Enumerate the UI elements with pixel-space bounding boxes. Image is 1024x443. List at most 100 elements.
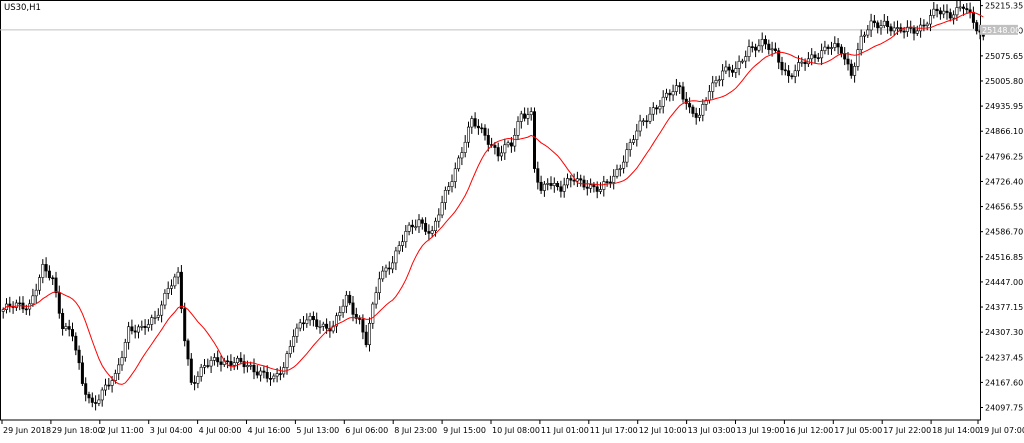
candle-body: [754, 46, 758, 51]
candle-body: [41, 264, 45, 278]
candle-body: [424, 223, 428, 232]
candle-body: [453, 168, 457, 182]
candle: [569, 175, 573, 188]
candle-body: [922, 24, 926, 27]
candle: [711, 75, 715, 99]
candle-body: [787, 70, 791, 77]
candle-body: [107, 384, 111, 387]
candle-body: [876, 22, 880, 29]
candle-body: [618, 168, 622, 170]
candle: [678, 82, 682, 94]
candle-body: [476, 125, 480, 129]
candle-body: [622, 161, 626, 169]
candle: [631, 134, 635, 145]
candle-body: [358, 318, 362, 320]
candle-body: [859, 35, 863, 50]
candle-body: [493, 145, 497, 148]
candle: [239, 352, 243, 365]
candle: [691, 104, 695, 118]
candle: [57, 285, 61, 319]
candle: [859, 29, 863, 56]
candle-body: [473, 118, 477, 127]
x-tick-label: 16 Jul 12:00: [785, 426, 833, 435]
candle-body: [648, 113, 652, 122]
candle: [176, 267, 180, 285]
candle-body: [457, 157, 461, 170]
candle: [450, 174, 454, 193]
candle-body: [199, 366, 203, 377]
candle: [173, 273, 177, 289]
candle-body: [717, 79, 721, 82]
candle-body: [975, 22, 979, 32]
candle-body: [625, 149, 629, 163]
candle: [407, 222, 411, 236]
candle: [146, 319, 150, 332]
candle: [499, 145, 503, 161]
candle: [942, 4, 946, 19]
candle: [780, 56, 784, 76]
candle: [298, 318, 302, 332]
candle-body: [252, 364, 256, 373]
x-tick-label: 18 Jul 14:00: [932, 426, 980, 435]
candle-body: [348, 294, 352, 304]
candle: [143, 319, 147, 335]
candle: [420, 217, 424, 230]
candle-body: [460, 152, 464, 159]
candle: [21, 296, 25, 314]
candle: [209, 356, 213, 374]
candle: [556, 181, 560, 191]
candle: [688, 97, 692, 114]
candle-body: [519, 113, 523, 122]
candle-body: [308, 315, 312, 321]
candle: [80, 355, 84, 386]
candle-body: [935, 8, 939, 12]
candle-body: [655, 107, 659, 110]
candle-body: [186, 340, 190, 360]
candle-body: [262, 370, 266, 373]
candle-body: [57, 292, 61, 314]
candle: [777, 47, 781, 70]
candle-body: [800, 61, 804, 64]
candle: [440, 195, 444, 219]
candle: [212, 353, 216, 366]
candle-body: [341, 305, 345, 313]
candle: [724, 60, 728, 74]
candle-body: [810, 54, 814, 60]
candle-body: [532, 111, 536, 169]
candle: [608, 175, 612, 188]
candle: [714, 76, 718, 88]
chart-canvas[interactable]: 25215.3525145.5025075.6525005.8024935.95…: [0, 0, 1024, 439]
candle-body: [236, 357, 240, 363]
candle-body: [120, 357, 124, 366]
candle: [318, 320, 322, 334]
candle: [628, 138, 632, 157]
candle-body: [90, 397, 94, 403]
candle: [354, 307, 358, 324]
candle: [668, 89, 672, 102]
candle: [74, 332, 78, 356]
candle: [229, 354, 233, 371]
candle-body: [499, 152, 503, 157]
candle-body: [437, 214, 441, 222]
candle-body: [272, 375, 276, 380]
candle: [252, 358, 256, 380]
candle: [397, 241, 401, 255]
candle-body: [658, 105, 662, 110]
candle-body: [87, 394, 91, 399]
candle-body: [763, 39, 767, 45]
candle: [381, 266, 385, 282]
plot-frame: [0, 0, 981, 421]
price-chart[interactable]: US30,H1 25215.3525145.5025075.6525005.80…: [0, 0, 1024, 439]
candle: [51, 275, 55, 286]
candle-body: [760, 39, 764, 47]
candle-body: [249, 364, 253, 367]
candle-body: [371, 303, 375, 324]
candle: [866, 24, 870, 38]
candle: [697, 108, 701, 122]
candle-body: [137, 326, 141, 333]
candle-body: [968, 9, 972, 13]
candle: [470, 115, 474, 134]
candle: [622, 155, 626, 174]
candle-body: [598, 189, 602, 192]
candle: [160, 300, 164, 323]
